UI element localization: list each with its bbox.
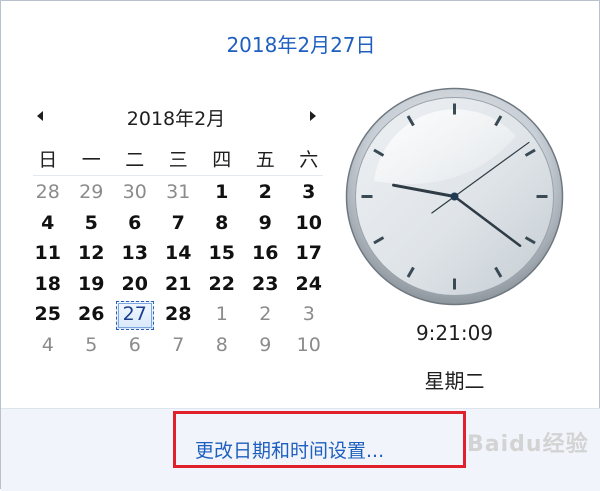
date-time-flyout: 2018年2月27日 2018年2月 日 一 二 三 四 五 六 28 29 30 3… bbox=[0, 0, 600, 491]
clock-center-pin bbox=[450, 192, 459, 201]
calendar-day[interactable]: 6 bbox=[113, 209, 157, 240]
calendar-day[interactable]: 8 bbox=[200, 331, 244, 362]
calendar-day[interactable]: 31 bbox=[157, 178, 201, 209]
calendar-day[interactable]: 11 bbox=[26, 239, 70, 270]
calendar-day[interactable]: 25 bbox=[26, 300, 70, 331]
calendar-day[interactable]: 14 bbox=[157, 239, 201, 270]
calendar-day[interactable]: 3 bbox=[287, 178, 331, 209]
calendar-day[interactable]: 4 bbox=[26, 209, 70, 240]
current-date-link[interactable]: 2018年2月27日 bbox=[1, 29, 600, 58]
calendar-day[interactable]: 9 bbox=[244, 331, 288, 362]
weekday-header: 日 一 二 三 四 五 六 bbox=[26, 148, 331, 172]
calendar-day[interactable]: 8 bbox=[200, 209, 244, 240]
calendar-day[interactable]: 7 bbox=[157, 331, 201, 362]
calendar-day[interactable]: 20 bbox=[113, 270, 157, 301]
calendar-day[interactable]: 2 bbox=[244, 178, 288, 209]
weekday-tue: 二 bbox=[125, 149, 145, 171]
watermark-logo: Baidu经验 bbox=[467, 432, 589, 457]
calendar-day[interactable]: 1 bbox=[200, 178, 244, 209]
calendar-day[interactable]: 12 bbox=[70, 239, 114, 270]
calendar-day[interactable]: 18 bbox=[26, 270, 70, 301]
next-month-arrow-icon[interactable] bbox=[307, 109, 319, 123]
weekday-label: 星期二 bbox=[424, 369, 485, 393]
calendar-day[interactable]: 2 bbox=[244, 300, 288, 331]
calendar-day[interactable]: 22 bbox=[200, 270, 244, 301]
calendar-day[interactable]: 9 bbox=[244, 209, 288, 240]
calendar-day[interactable]: 19 bbox=[70, 270, 114, 301]
calendar-day[interactable]: 30 bbox=[113, 178, 157, 209]
calendar-day[interactable]: 28 bbox=[26, 178, 70, 209]
calendar-day[interactable]: 1 bbox=[200, 300, 244, 331]
calendar-day[interactable]: 16 bbox=[244, 239, 288, 270]
calendar-grid: 28 29 30 31 1 2 3 4 5 6 7 8 9 10 11 12 13 14 15 16 17 18 19 20 2… bbox=[26, 178, 331, 361]
weekday-mon: 一 bbox=[81, 149, 101, 171]
calendar-day[interactable]: 23 bbox=[244, 270, 288, 301]
weekday-fri: 五 bbox=[255, 149, 275, 171]
calendar-day[interactable]: 5 bbox=[70, 331, 114, 362]
digital-time: 9:21:09 bbox=[415, 321, 494, 345]
calendar-day[interactable]: 26 bbox=[70, 300, 114, 331]
calendar-day[interactable]: 24 bbox=[287, 270, 331, 301]
weekday-wed: 三 bbox=[168, 149, 188, 171]
calendar-day[interactable]: 21 bbox=[157, 270, 201, 301]
calendar-day[interactable]: 5 bbox=[70, 209, 114, 240]
calendar-day[interactable]: 10 bbox=[287, 331, 331, 362]
calendar-day[interactable]: 17 bbox=[287, 239, 331, 270]
weekday-sun: 日 bbox=[38, 149, 58, 171]
clock-face-icon bbox=[345, 87, 564, 306]
calendar-day[interactable]: 7 bbox=[157, 209, 201, 240]
weekday-divider bbox=[33, 175, 323, 176]
calendar-day[interactable]: 15 bbox=[200, 239, 244, 270]
analog-clock bbox=[344, 86, 565, 307]
change-datetime-settings-link[interactable]: 更改日期和时间设置... bbox=[195, 436, 384, 463]
calendar-day[interactable]: 29 bbox=[70, 178, 114, 209]
calendar-day[interactable]: 6 bbox=[113, 331, 157, 362]
calendar-day[interactable]: 3 bbox=[287, 300, 331, 331]
calendar-day[interactable]: 13 bbox=[113, 239, 157, 270]
prev-month-arrow-icon[interactable] bbox=[35, 109, 47, 123]
calendar-day[interactable]: 4 bbox=[26, 331, 70, 362]
month-title[interactable]: 2018年2月 bbox=[101, 104, 251, 131]
calendar-day[interactable]: 10 bbox=[287, 209, 331, 240]
weekday-thu: 四 bbox=[212, 149, 232, 171]
calendar-day-today[interactable]: 27 bbox=[116, 301, 154, 330]
weekday-sat: 六 bbox=[299, 149, 319, 171]
calendar-day[interactable]: 28 bbox=[157, 300, 201, 331]
